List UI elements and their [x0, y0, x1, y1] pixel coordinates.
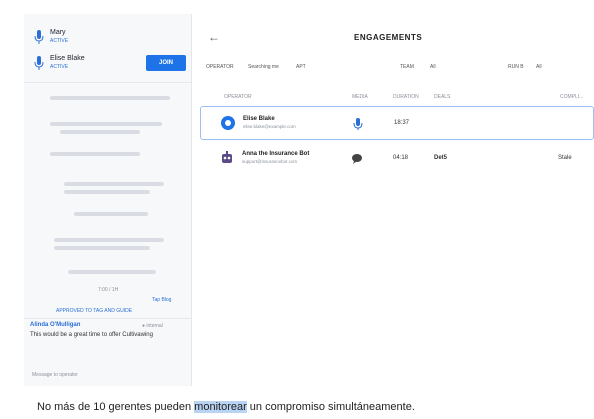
transcript-line: [68, 270, 156, 274]
transcript-line: [50, 152, 140, 156]
duration: 04:18: [393, 155, 409, 161]
caption-text: No más de 10 gerentes pueden: [37, 401, 195, 413]
table-header: OPERATOR MEDIA DURATION DEALS COMPLI...: [206, 94, 594, 104]
column-header[interactable]: MEDIA: [352, 94, 368, 100]
chat-meta: ● internal: [142, 323, 163, 329]
agent-name: Mary: [50, 29, 66, 36]
filter-label: RUN B: [508, 64, 524, 70]
agent-mary[interactable]: Mary ACTIVE: [34, 28, 68, 46]
column-header[interactable]: OPERATOR: [224, 94, 252, 100]
filter-label: OPERATOR: [206, 64, 234, 70]
filter-value[interactable]: All: [536, 64, 542, 70]
transcript-line: [60, 130, 140, 134]
chat-message: This would be a great time to offer Cult…: [30, 332, 153, 338]
approved-link[interactable]: APPROVED TO TAG AND GUIDE: [56, 308, 132, 314]
transcript-line: [64, 190, 150, 194]
transcript-line: [74, 212, 148, 216]
transcript-line: [64, 182, 164, 186]
transcript-line: [50, 96, 170, 100]
join-button[interactable]: JOIN: [146, 55, 186, 71]
divider: [24, 82, 191, 83]
caption-text: un compromiso simultáneamente.: [246, 401, 415, 413]
microphone-icon: [34, 30, 44, 44]
message-input[interactable]: Message to operator: [32, 372, 78, 378]
transcript-line: [50, 122, 162, 126]
microphone-icon: [353, 118, 363, 130]
microphone-icon: [34, 56, 44, 70]
operator-name: Anna the Insurance Bot: [242, 151, 310, 157]
filter-value[interactable]: APT: [296, 64, 306, 70]
filter-value[interactable]: All: [430, 64, 436, 70]
caption-highlight: monitorear: [194, 401, 247, 413]
user-avatar-icon: [221, 116, 235, 130]
robot-avatar-icon: [222, 151, 232, 163]
filter-search[interactable]: Searching me: [248, 64, 279, 70]
caption: No más de 10 gerentes pueden monitorear …: [37, 401, 415, 413]
column-header[interactable]: DURATION: [393, 94, 419, 100]
agent-status: ACTIVE: [50, 38, 69, 44]
session-time: 7:00 / 1H: [98, 287, 119, 293]
engagements-panel: ← ENGAGEMENTS OPERATOR Searching me APT …: [196, 14, 594, 386]
tap-blog-link[interactable]: Tap Blog: [152, 297, 171, 303]
column-header[interactable]: COMPLI...: [560, 94, 583, 100]
divider: [24, 318, 191, 319]
deals-value: Det5: [434, 155, 448, 161]
filter-label: TEAM: [400, 64, 414, 70]
operator-email: elise.blake@example.com: [243, 124, 296, 129]
duration: 18:37: [394, 120, 410, 126]
chat-author: Alinda O'Mulligan: [30, 322, 81, 328]
arrow-left-icon[interactable]: ←: [208, 30, 220, 44]
sidebar: Mary ACTIVE Elise Blake ACTIVE JOIN 7:00…: [24, 14, 192, 386]
transcript-line: [54, 246, 150, 250]
filter-bar: OPERATOR Searching me APT TEAM All RUN B…: [206, 64, 594, 74]
transcript-line: [54, 238, 164, 242]
operator-email: support@insurancebot.com: [242, 159, 298, 164]
chat-bubble-icon: [352, 154, 362, 164]
operator-name: Elise Blake: [243, 116, 275, 122]
column-header[interactable]: DEALS: [434, 94, 450, 100]
table-row[interactable]: Anna the Insurance Bot support@insurance…: [200, 142, 594, 176]
page-title: ENGAGEMENTS: [354, 33, 423, 42]
agent-elise-blake[interactable]: Elise Blake ACTIVE: [34, 54, 85, 72]
table-row[interactable]: Elise Blake elise.blake@example.com 18:3…: [200, 106, 594, 140]
agent-name: Elise Blake: [50, 55, 85, 62]
compliance-value: Stale: [558, 155, 572, 161]
agent-status: ACTIVE: [50, 64, 69, 70]
